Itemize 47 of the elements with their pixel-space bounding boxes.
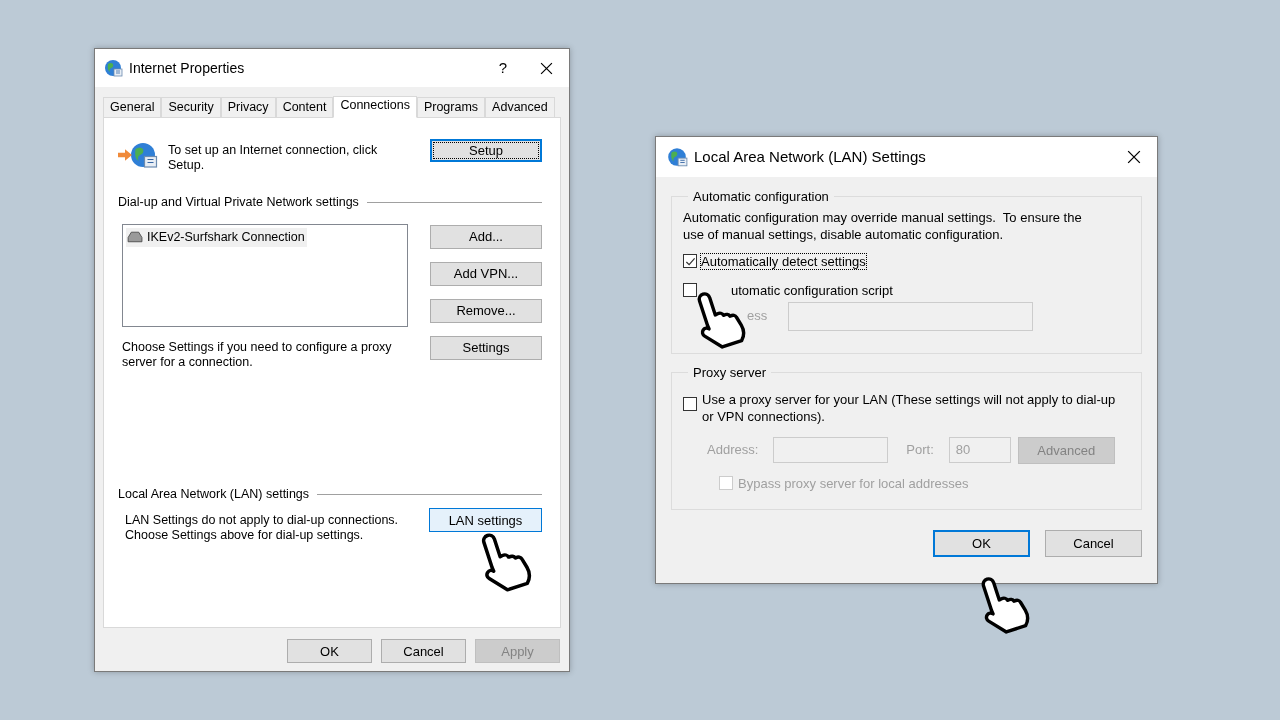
close-icon (1127, 150, 1141, 164)
checkbox[interactable] (683, 283, 697, 297)
side-button[interactable]: Add... (430, 224, 542, 249)
globe-icon (128, 140, 158, 170)
dialog-button[interactable]: Cancel (1045, 530, 1142, 557)
tab[interactable]: Advanced (485, 97, 555, 117)
port-label: Port: (906, 441, 934, 460)
connection-icon (126, 230, 143, 244)
globe-icon (666, 146, 688, 168)
checkbox-label[interactable]: Automatically detect settings (701, 253, 866, 269)
checkbox-label[interactable]: Use a proxy server for your LAN (These settings will not apply to dial-up or VPN connections). (702, 390, 1122, 425)
setup-button[interactable]: Setup (430, 139, 542, 162)
section-title: Local Area Network (LAN) settings (118, 486, 310, 504)
lan-settings-button[interactable]: LAN settings (429, 508, 542, 532)
check-icon (684, 255, 696, 267)
window-title: Internet Properties (129, 58, 245, 78)
setup-instructions: To set up an Internet connection, click Setup. (168, 143, 379, 173)
address-label: ess (747, 307, 768, 326)
list-item[interactable]: IKEv2-Surfshark Connection (126, 227, 307, 247)
auto-config-description: Automatic configuration may override manual settings. To ensure the use of manual settings, disable automatic configuration. (683, 208, 1083, 243)
tab[interactable]: Security (161, 97, 221, 117)
close-icon (539, 61, 553, 75)
group-title: Automatic configuration (692, 188, 830, 206)
address-label: Address: (707, 441, 759, 460)
tab[interactable]: Content (275, 97, 334, 117)
window-title: Local Area Network (LAN) Settings (694, 146, 926, 167)
proxy-instructions: Choose Settings if you need to configure a proxy server for a connection. (122, 339, 393, 370)
tab[interactable]: Programs (416, 97, 486, 117)
tab[interactable]: General (103, 97, 162, 117)
side-button[interactable]: Remove... (430, 298, 542, 323)
checkbox[interactable] (683, 396, 697, 411)
checkbox[interactable] (683, 254, 697, 268)
tab[interactable]: Privacy (220, 97, 276, 117)
dialog-button[interactable]: OK (933, 530, 1030, 557)
arrow-icon (118, 148, 132, 162)
checkbox-label[interactable]: utomatic configuration script (731, 282, 893, 298)
dialog-button[interactable]: OK (287, 639, 372, 663)
address-field[interactable] (773, 437, 889, 463)
tab[interactable]: Connections (333, 96, 417, 118)
help-button[interactable]: ? (483, 53, 523, 83)
group-title: Proxy server (692, 364, 767, 382)
dialog-button[interactable]: Cancel (381, 639, 466, 663)
globe-icon (103, 58, 123, 78)
section-title: Dial-up and Virtual Private Network settings (118, 194, 359, 211)
side-button[interactable]: Settings (430, 335, 542, 360)
lan-instructions: LAN Settings do not apply to dial-up connections. Choose Settings above for dial-up settings. (125, 513, 400, 543)
side-button[interactable]: Add VPN... (430, 261, 542, 286)
